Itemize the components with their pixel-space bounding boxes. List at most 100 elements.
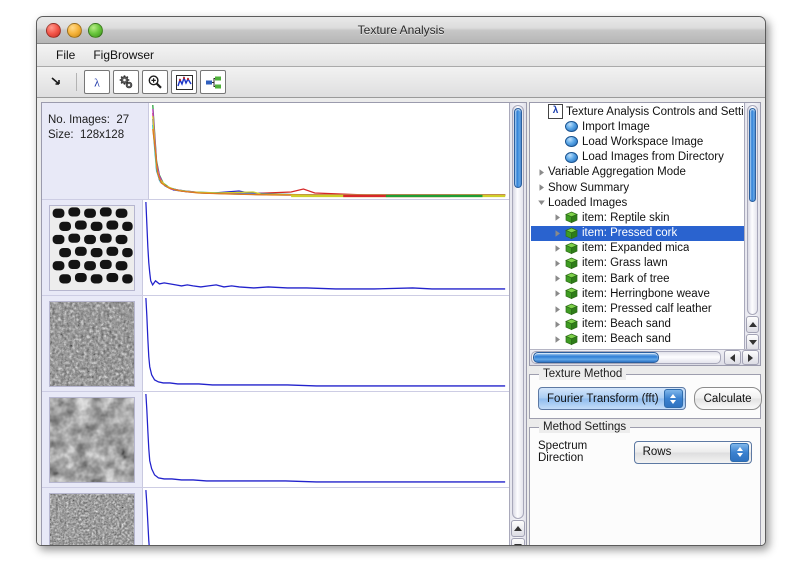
tree-node-label: item: Pressed cork <box>582 227 677 239</box>
scroll-down-button[interactable] <box>511 538 525 546</box>
browser-row-grass-lawn[interactable] <box>42 488 509 546</box>
tree-node[interactable]: item: Pressed calf leather <box>531 301 744 316</box>
tree-node-label: Loaded Images <box>548 197 627 209</box>
green-cube-icon <box>564 257 579 270</box>
browser-row-expanded-mica[interactable] <box>42 392 509 488</box>
chevron-right-icon[interactable] <box>535 168 548 177</box>
chevron-right-icon[interactable] <box>551 305 564 314</box>
tree-node[interactable]: Show Summary <box>531 180 744 195</box>
green-cube-icon <box>564 287 579 300</box>
window-titlebar: Texture Analysis <box>37 17 765 44</box>
tree-node[interactable]: Loaded Images <box>531 195 744 210</box>
tree-node-label: item: Beach sand <box>582 318 671 330</box>
scroll-up-button[interactable] <box>746 316 759 333</box>
tree-horizontal-scrollbar[interactable] <box>530 349 760 365</box>
tree-node[interactable]: item: Beach sand <box>531 332 744 347</box>
reptile-skin-thumbnail[interactable] <box>49 205 135 291</box>
tree-node-label: item: Reptile skin <box>582 212 670 224</box>
tree-node[interactable]: Load Workspace Image <box>531 134 744 149</box>
scroll-down-button[interactable] <box>746 334 759 349</box>
tree-node[interactable]: λTexture Analysis Controls and Settin <box>531 104 744 119</box>
chevron-down-icon[interactable] <box>535 198 548 207</box>
scroll-left-button[interactable] <box>724 350 741 365</box>
image-size-label: Size: <box>48 129 74 141</box>
chevron-right-icon[interactable] <box>551 274 564 283</box>
blue-sphere-icon <box>564 136 579 147</box>
settings-tree[interactable]: λTexture Analysis Controls and Settin Imp… <box>530 103 744 349</box>
browser-row-pressed-cork[interactable] <box>42 296 509 392</box>
expanded-mica-thumbnail[interactable] <box>49 397 135 483</box>
spectrum-direction-dropdown[interactable]: Rows <box>634 441 752 464</box>
browser-row-overview[interactable]: No. Images: 27 Size: 128x128 <box>42 103 509 200</box>
chevron-right-icon[interactable] <box>551 289 564 298</box>
texture-method-row: Fourier Transform (fft) Calculate <box>530 375 760 418</box>
tree-node[interactable]: item: Grass lawn <box>531 256 744 271</box>
chevron-right-icon[interactable] <box>551 244 564 253</box>
scrollbar-thumb[interactable] <box>749 108 756 202</box>
chevron-right-icon[interactable] <box>551 259 564 268</box>
branch-icon[interactable] <box>200 70 226 94</box>
tree-node[interactable]: item: Bark of tree <box>531 271 744 286</box>
overview-spectra-plot[interactable] <box>148 103 509 199</box>
menu-file[interactable]: File <box>47 46 84 64</box>
chevron-right-icon[interactable] <box>551 229 564 238</box>
reptile-skin-plot[interactable] <box>142 200 509 295</box>
grass-lawn-plot[interactable] <box>142 488 509 546</box>
lambda-icon[interactable]: λ <box>84 70 110 94</box>
scrollbar-track[interactable] <box>512 105 524 519</box>
tree-node[interactable]: item: Expanded mica <box>531 241 744 256</box>
tree-node-label: Show Summary <box>548 182 629 194</box>
chevron-right-icon[interactable] <box>535 183 548 192</box>
desktop-background: Texture Analysis File FigBrowser λ <box>0 0 800 576</box>
settings-tree-panel: λTexture Analysis Controls and Settin Imp… <box>529 102 761 366</box>
expanded-mica-spectrum-svg <box>143 392 509 487</box>
menu-figbrowser[interactable]: FigBrowser <box>84 46 163 64</box>
tree-vertical-scrollbar[interactable] <box>744 103 760 349</box>
thumbnail-cell <box>42 488 142 546</box>
tree-node-label: item: Beach sand <box>582 333 671 345</box>
scrollbar-thumb[interactable] <box>533 352 659 363</box>
tree-node-label: item: Pressed calf leather <box>582 303 712 315</box>
tree-node-label: Import Image <box>582 121 650 133</box>
green-cube-icon <box>564 318 579 331</box>
tree-node-label: Load Images from Directory <box>582 151 724 163</box>
zoom-in-icon[interactable] <box>142 70 168 94</box>
chevron-right-icon[interactable] <box>551 335 564 344</box>
pointer-arrow-icon[interactable] <box>43 70 69 94</box>
reptile-skin-spectrum-svg <box>143 200 509 295</box>
grass-lawn-thumbnail[interactable] <box>49 493 135 547</box>
tree-node-label: Load Workspace Image <box>582 136 703 148</box>
scroll-up-button[interactable] <box>511 520 525 537</box>
scrollbar-thumb[interactable] <box>514 108 522 188</box>
green-cube-icon <box>564 303 579 316</box>
chevron-right-icon[interactable] <box>551 213 564 222</box>
gears-icon[interactable] <box>113 70 139 94</box>
texture-method-value: Fourier Transform (fft) <box>547 393 659 405</box>
maximize-button[interactable] <box>88 23 103 38</box>
tree-node[interactable]: item: Reptile skin <box>531 210 744 225</box>
scrollbar-steppers <box>746 316 759 348</box>
tree-node[interactable]: item: Herringbone weave <box>531 286 744 301</box>
svg-text:λ: λ <box>94 76 100 90</box>
tree-node[interactable]: Load Images from Directory <box>531 150 744 165</box>
close-button[interactable] <box>46 23 61 38</box>
scroll-right-button[interactable] <box>742 350 759 365</box>
scrollbar-track[interactable] <box>747 105 758 315</box>
tree-node[interactable]: item: Beach sand <box>531 317 744 332</box>
tree-node[interactable]: Import Image <box>531 119 744 134</box>
tree-node[interactable]: Variable Aggregation Mode <box>531 165 744 180</box>
scrollbar-track[interactable] <box>531 351 721 364</box>
pressed-cork-thumbnail[interactable] <box>49 301 135 387</box>
pressed-cork-plot[interactable] <box>142 296 509 391</box>
tree-node[interactable]: item: Pressed cork <box>531 226 744 241</box>
expanded-mica-plot[interactable] <box>142 392 509 487</box>
green-cube-icon <box>564 333 579 346</box>
texture-method-dropdown[interactable]: Fourier Transform (fft) <box>538 387 686 410</box>
calculate-button[interactable]: Calculate <box>694 387 762 410</box>
minimize-button[interactable] <box>67 23 82 38</box>
plot-icon[interactable] <box>171 70 197 94</box>
browser-vertical-scrollbar[interactable] <box>509 103 526 546</box>
image-size-line: Size: 128x128 <box>48 128 148 143</box>
browser-row-reptile-skin[interactable] <box>42 200 509 296</box>
chevron-right-icon[interactable] <box>551 320 564 329</box>
